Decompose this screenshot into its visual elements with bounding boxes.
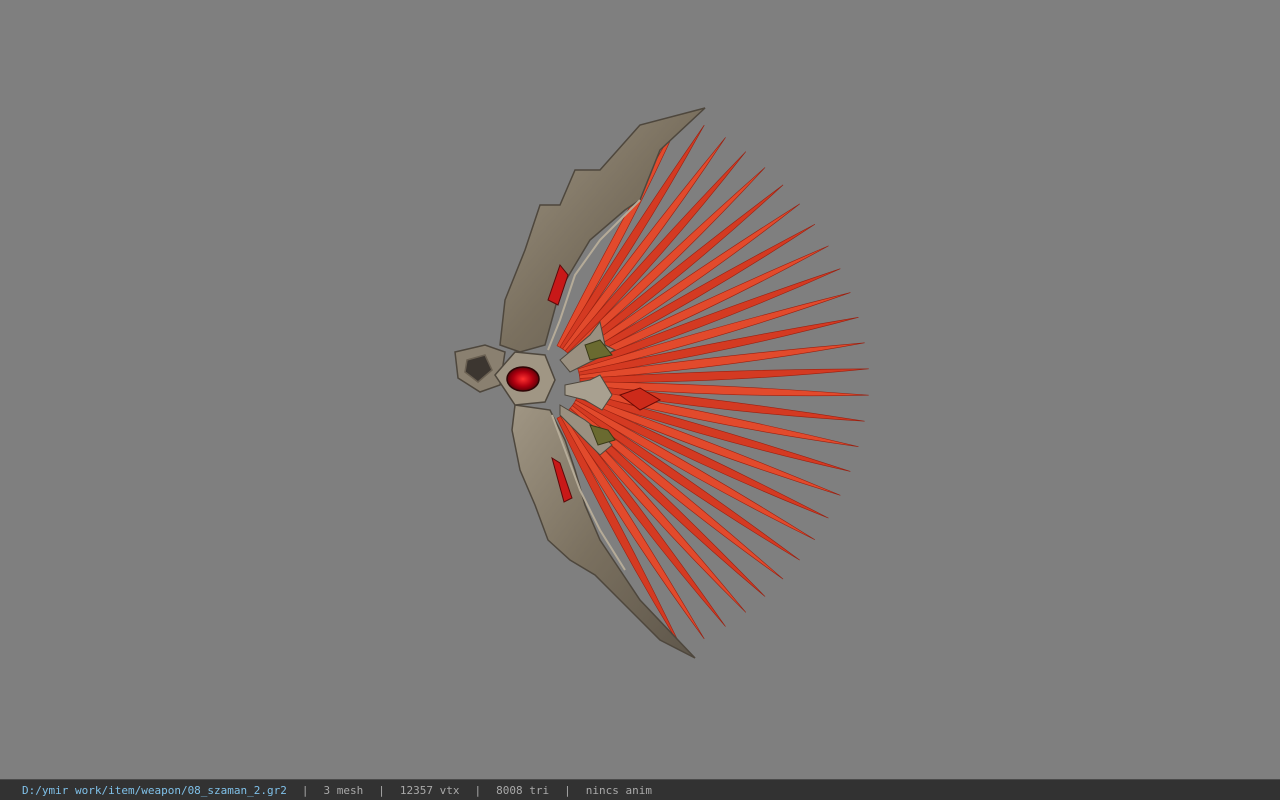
vertex-count: 12357 vtx [399,783,460,797]
mesh-count: 3 mesh [323,783,364,797]
3d-viewport[interactable] [0,0,1280,779]
fan-frame [454,107,706,659]
separator: | [564,783,571,797]
separator: | [378,783,385,797]
anim-status: nincs anim [585,783,652,797]
file-path: D:/ymir work/item/weapon/08_szaman_2.gr2 [22,783,287,797]
fan-weapon-model [454,107,869,659]
status-bar: D:/ymir work/item/weapon/08_szaman_2.gr2… [0,779,1280,800]
triangle-count: 8008 tri [496,783,550,797]
separator: | [474,783,482,797]
separator: | [301,783,309,797]
central-gem [506,366,540,392]
